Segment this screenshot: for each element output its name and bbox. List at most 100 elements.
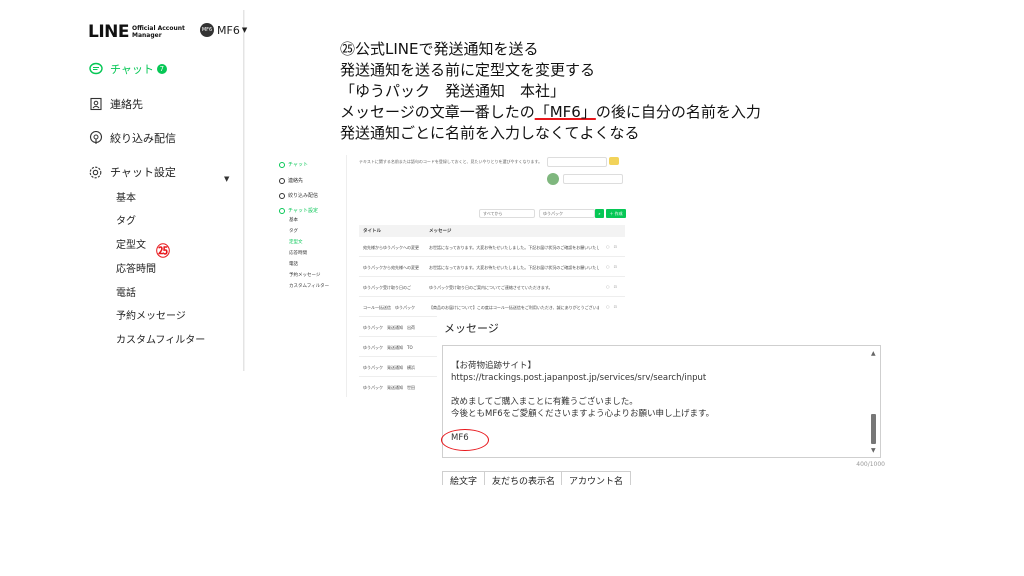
mini-sub-phone[interactable]: 電話 bbox=[289, 261, 298, 267]
sidebar: LINE Official Account Manager MF6 MF6 ▼ … bbox=[86, 10, 247, 371]
row-title: コール一括送信 ゆうパック bbox=[363, 305, 415, 310]
row-title: ゆうパック 発送通知 世田 bbox=[363, 385, 415, 390]
avatar bbox=[547, 173, 559, 185]
chat-icon bbox=[279, 161, 285, 168]
instruction-line: 発送通知ごとに名前を入力しなくてよくなる bbox=[340, 124, 640, 142]
mini-search-input[interactable]: ゆうパック bbox=[539, 209, 595, 218]
step-marker: ㉕ bbox=[156, 244, 170, 260]
row-actions-icon[interactable]: ○ ⊡ bbox=[606, 244, 617, 250]
instruction-line: 発送通知を送る前に定型文を変更する bbox=[340, 61, 596, 79]
message-line bbox=[451, 420, 714, 432]
mini-nav-settings[interactable]: チャット設定 bbox=[279, 207, 318, 214]
table-row[interactable]: 宛先様からゆうパックへの変更 お世話になっております。大変お待たせいたしました。下… bbox=[359, 237, 625, 257]
instruction-text: メッセージの文章一番したの bbox=[340, 103, 535, 121]
editor-label: メッセージ bbox=[444, 322, 499, 335]
chevron-down-icon: ▼ bbox=[241, 26, 248, 34]
row-actions-icon[interactable]: ○ ⊡ bbox=[606, 264, 617, 270]
scroll-up-icon[interactable]: ▲ bbox=[871, 350, 876, 357]
mini-sub-tags[interactable]: タグ bbox=[289, 228, 298, 234]
logo-sub-1: Official Account bbox=[132, 25, 185, 32]
sidebar-sub-custom-filter[interactable]: カスタムフィルター bbox=[116, 331, 205, 346]
sidebar-sub-templates[interactable]: 定型文 bbox=[116, 236, 146, 251]
character-counter: 400/1000 bbox=[856, 461, 885, 468]
row-title: ゆうパックから宛先様への変更 bbox=[363, 265, 419, 270]
instructions: ㉕公式LINEで発送通知を送る 発送通知を送る前に定型文を変更する 「ゆうパック… bbox=[340, 39, 761, 144]
mini-sub-hours[interactable]: 応答時間 bbox=[289, 250, 307, 256]
chat-icon bbox=[88, 62, 103, 77]
instruction-line: 「ゆうパック 発送通知 本社」 bbox=[340, 82, 566, 100]
mini-nav-label: チャット設定 bbox=[288, 208, 318, 214]
logo-sub-2: Manager bbox=[132, 32, 162, 39]
sidebar-item-contacts[interactable]: 連絡先 bbox=[88, 96, 143, 112]
mini-sub-basic[interactable]: 基本 bbox=[289, 217, 298, 223]
scroll-down-icon[interactable]: ▼ bbox=[871, 447, 876, 454]
mini-filter-select[interactable]: すべてから bbox=[479, 209, 535, 218]
contacts-icon bbox=[88, 97, 103, 112]
sidebar-item-chat[interactable]: チャット 7 bbox=[88, 61, 167, 77]
friend-name-button[interactable]: 友だちの表示名 bbox=[484, 471, 564, 487]
message-line bbox=[451, 384, 714, 396]
message-line: 今後ともMF6をご愛顧くださいますよう心よりお願い申し上げます。 bbox=[451, 409, 715, 419]
mini-filter-value: すべてから bbox=[483, 211, 503, 216]
account-switcher[interactable]: MF6 MF6 ▼ bbox=[200, 23, 247, 37]
sidebar-sub-scheduled[interactable]: 予約メッセージ bbox=[116, 307, 186, 322]
table-row[interactable]: ゆうパックから宛先様への変更 お世話になっております。大変お待たせいたしました。下… bbox=[359, 257, 625, 277]
sidebar-item-label: 連絡先 bbox=[110, 98, 143, 111]
instruction-line: メッセージの文章一番したの「MF6」の後に自分の名前を入力 bbox=[340, 102, 761, 123]
broadcast-icon bbox=[88, 131, 103, 146]
scrollbar[interactable]: ▲ ▼ bbox=[871, 350, 877, 454]
message-line: 改めましてご購入まことに有難うございました。 bbox=[451, 397, 638, 407]
row-title: 宛先様からゆうパックへの変更 bbox=[363, 245, 419, 250]
sidebar-item-label: 絞り込み配信 bbox=[110, 132, 176, 145]
message-textarea[interactable]: 【お荷物追跡サイト】 https://trackings.post.japanp… bbox=[442, 345, 881, 458]
mini-nav-label: チャット bbox=[288, 162, 308, 168]
emoji-button[interactable]: 絵文字 bbox=[442, 471, 486, 487]
message-line-signature: MF6 bbox=[451, 433, 469, 443]
create-button[interactable]: ＋ 作成 bbox=[606, 209, 626, 218]
broadcast-icon bbox=[279, 192, 285, 199]
table-row[interactable]: ゆうパック受け取り日のご ゆうパック受け取り日のご案内についてご連絡させていただき… bbox=[359, 277, 625, 297]
mini-nav-broadcast[interactable]: 絞り込み配信 bbox=[279, 192, 318, 199]
row-title: ゆうパック 発送通知 出荷 bbox=[363, 325, 415, 330]
mini-sub-templates[interactable]: 定型文 bbox=[289, 239, 303, 245]
avatar: MF6 bbox=[200, 23, 214, 37]
sidebar-item-chat-settings[interactable]: チャット設定 bbox=[88, 164, 176, 180]
mini-nav-chat[interactable]: チャット bbox=[279, 161, 308, 168]
mini-description: テキストに関する名前または語句のコードを登録しておくと、見たいやりとりを選びやす… bbox=[359, 159, 543, 164]
sidebar-item-broadcast[interactable]: 絞り込み配信 bbox=[88, 130, 176, 146]
row-title: ゆうパック 発送通知 TO bbox=[363, 345, 413, 350]
row-title: ゆうパック 発送通知 横浜 bbox=[363, 365, 415, 370]
logo-main: LINE bbox=[88, 22, 130, 42]
line-logo[interactable]: LINE Official Account Manager bbox=[88, 22, 185, 42]
message-editor: メッセージ 【お荷物追跡サイト】 https://trackings.post.… bbox=[437, 312, 887, 487]
mini-nav-contacts[interactable]: 連絡先 bbox=[279, 177, 303, 184]
message-text: 【お荷物追跡サイト】 https://trackings.post.japanp… bbox=[451, 360, 714, 444]
sidebar-sub-response-hours[interactable]: 応答時間 bbox=[116, 260, 156, 275]
mini-sub-scheduled[interactable]: 予約メッセージ bbox=[289, 272, 320, 278]
sidebar-sub-tags[interactable]: タグ bbox=[116, 212, 136, 227]
col-title: タイトル bbox=[363, 229, 381, 234]
scroll-thumb[interactable] bbox=[871, 414, 876, 444]
mini-sub-filter[interactable]: カスタムフィルター bbox=[289, 283, 329, 289]
sidebar-sub-basic[interactable]: 基本 bbox=[116, 189, 136, 204]
unread-badge: 7 bbox=[156, 64, 167, 74]
gear-icon bbox=[279, 207, 285, 214]
search-icon[interactable]: ⌕ bbox=[595, 209, 604, 218]
row-actions-icon[interactable]: ○ ⊡ bbox=[606, 284, 617, 290]
chevron-down-icon[interactable]: ▼ bbox=[224, 175, 229, 183]
row-message: ゆうパック受け取り日のご案内についてご連絡させていただきます。 bbox=[429, 285, 553, 290]
red-circle-annotation bbox=[441, 429, 489, 451]
account-name: MF6 bbox=[217, 23, 240, 37]
instruction-text: の後に自分の名前を入力 bbox=[595, 103, 761, 121]
mini-nav-label: 絞り込み配信 bbox=[288, 193, 319, 199]
mini-table-header: タイトル メッセージ bbox=[359, 225, 625, 237]
row-actions-icon[interactable]: ○ ⊡ bbox=[606, 304, 617, 310]
message-line: 【お荷物追跡サイト】 bbox=[451, 361, 537, 371]
mini-search-value: ゆうパック bbox=[543, 211, 563, 216]
account-name-button[interactable]: アカウント名 bbox=[561, 471, 632, 487]
mini-preview-bubble bbox=[547, 157, 607, 167]
instruction-line: ㉕公式LINEで発送通知を送る bbox=[340, 40, 539, 58]
row-message: 【商品のお届けについて】この度はコール一括送信をご利用いただき、誠にありがとうご… bbox=[429, 305, 599, 310]
sidebar-sub-phone[interactable]: 電話 bbox=[116, 284, 136, 299]
highlighted-mf6: 「MF6」 bbox=[534, 103, 596, 121]
